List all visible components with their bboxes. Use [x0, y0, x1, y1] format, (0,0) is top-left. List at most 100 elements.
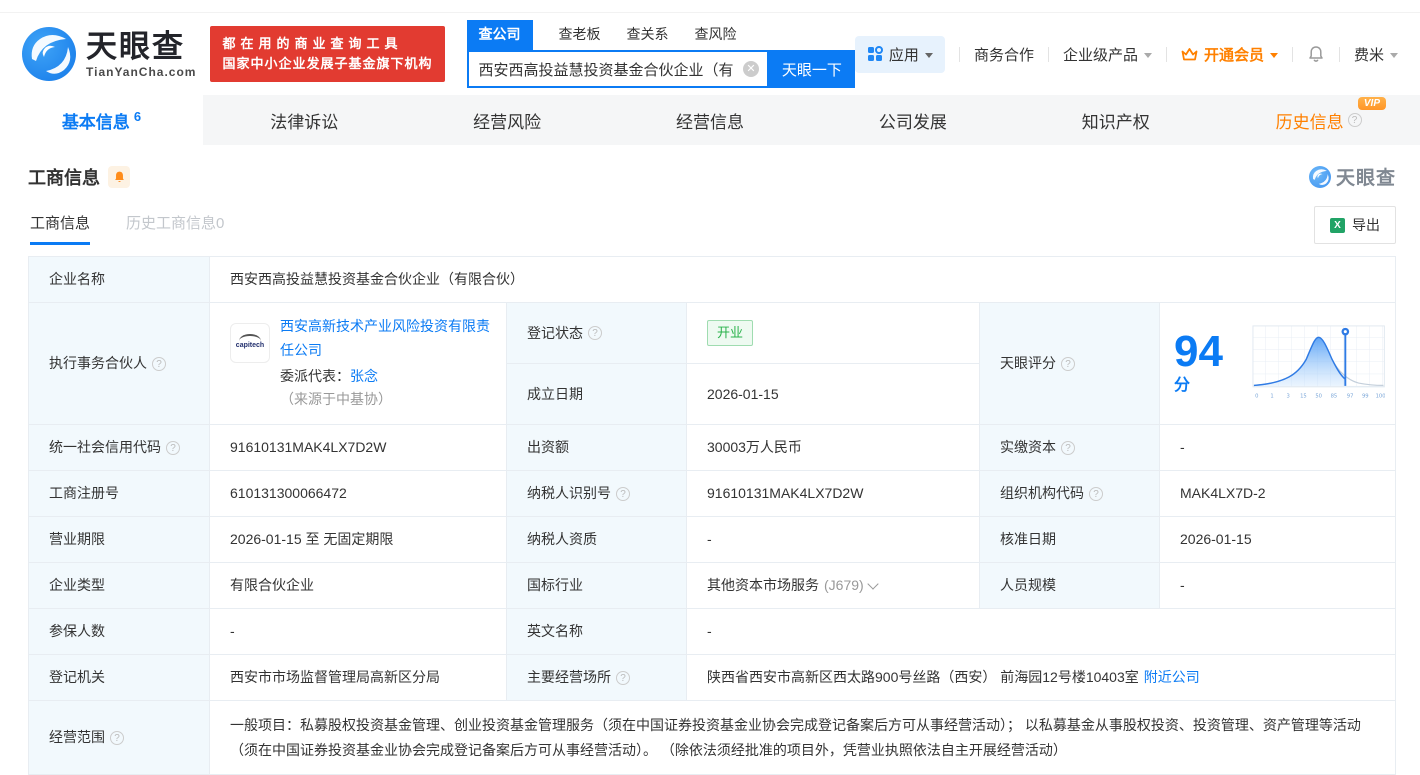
watermark-logo-icon [1308, 165, 1331, 188]
search-tab-boss[interactable]: 查老板 [559, 20, 601, 50]
credit-code-label: 统一社会信用代码 ? [29, 425, 209, 471]
label-text: 实缴资本 [1000, 439, 1056, 456]
svg-text:1: 1 [1270, 393, 1273, 399]
score-unit: 分 [1174, 376, 1191, 394]
subtab-business-info[interactable]: 工商信息 [30, 212, 91, 245]
capital-label: 出资额 [506, 425, 686, 471]
help-icon[interactable]: ? [1347, 113, 1362, 127]
table-row: 登记机关 西安市市场监督管理局高新区分局 主要经营场所 ? 陕西省西安市高新区西… [29, 655, 1395, 702]
reg-authority-label: 登记机关 [29, 655, 209, 701]
label-text: 纳税人识别号 [527, 485, 611, 502]
tyc-score-cell: 94分 0 1 3 15 50 85 97 99 100 [1159, 303, 1395, 425]
registration-status-value: 开业 [686, 303, 979, 364]
divider [1047, 46, 1049, 62]
search-tab-risk[interactable]: 查风险 [695, 20, 737, 50]
notifications-button[interactable] [1307, 45, 1325, 63]
logo-domain: TianYanCha.com [86, 64, 197, 79]
chevron-down-icon[interactable] [867, 578, 879, 590]
table-row: 执行事务合伙人 ? capitech 西安高新技术产业风险投资有限责任公司 委派… [29, 303, 1395, 426]
header-nav: 应用 商务合作 企业级产品 开通会员 费米 [854, 35, 1398, 73]
label-text: 天眼评分 [1000, 355, 1056, 372]
tyc-score-label: 天眼评分 ? [979, 303, 1159, 425]
apps-menu[interactable]: 应用 [854, 35, 945, 73]
score-value: 94 [1174, 326, 1223, 376]
promo-line2: 国家中小企业发展子基金旗下机构 [222, 56, 433, 71]
subtab-history-business-info[interactable]: 历史工商信息0 [126, 212, 224, 245]
export-button[interactable]: X 导出 [1314, 206, 1396, 244]
capital-value: 30003万人民币 [686, 425, 979, 471]
help-icon[interactable]: ? [588, 326, 602, 341]
subscribe-bell-button[interactable] [108, 165, 130, 188]
bell-icon [1309, 46, 1323, 62]
industry-code: (J679) [824, 577, 864, 594]
paid-capital-label: 实缴资本 ? [979, 425, 1159, 471]
establishment-date-label: 成立日期 [506, 364, 686, 425]
svg-text:100: 100 [1375, 393, 1385, 399]
rep-name-link[interactable]: 张念 [350, 368, 378, 384]
tax-id-value: 91610131MAK4LX7D2W [686, 471, 979, 517]
top-strip [0, 0, 1420, 13]
subtab-row: 工商信息 历史工商信息0 X 导出 [0, 196, 1420, 250]
tax-id-label: 纳税人识别号 ? [506, 471, 686, 517]
tab-label: 历史信息 [1275, 112, 1344, 132]
tianyancha-logo[interactable]: 天眼查 TianYanCha.com [22, 27, 196, 81]
help-icon[interactable]: ? [1061, 440, 1075, 455]
header: 天眼查 TianYanCha.com 都在用的商业查询工具 国家中小企业发展子基… [0, 13, 1420, 95]
logo-title: 天眼查 [86, 28, 185, 64]
tab-company-development[interactable]: 公司发展 [811, 95, 1014, 145]
nearby-companies-link[interactable]: 附近公司 [1144, 667, 1200, 688]
tab-operation-info[interactable]: 经营信息 [609, 95, 812, 145]
search-button[interactable]: 天眼一下 [768, 50, 855, 88]
tab-intellectual-property[interactable]: 知识产权 [1014, 95, 1217, 145]
address-label: 主要经营场所 ? [506, 655, 686, 701]
svg-text:97: 97 [1346, 393, 1353, 399]
help-icon[interactable]: ? [616, 670, 630, 685]
tab-operation-risk[interactable]: 经营风险 [406, 95, 609, 145]
staff-size-label: 人员规模 [979, 563, 1159, 609]
chevron-down-icon [924, 52, 933, 58]
help-icon[interactable]: ? [616, 486, 630, 501]
tab-legal[interactable]: 法律诉讼 [203, 95, 406, 145]
crown-icon [1181, 47, 1198, 60]
cooperation-label: 商务合作 [973, 46, 1034, 64]
industry-text: 其他资本市场服务 [707, 577, 819, 594]
status-date-subgrid: 登记状态 ? 开业 成立日期 2026-01-15 [506, 303, 979, 425]
org-code-value: MAK4LX7D-2 [1159, 471, 1395, 517]
insured-label: 参保人数 [29, 609, 209, 655]
help-icon[interactable]: ? [1089, 486, 1103, 501]
help-icon[interactable]: ? [166, 440, 180, 455]
open-vip-menu[interactable]: 开通会员 [1181, 44, 1278, 65]
username-label: 费米 [1353, 46, 1384, 64]
tab-history-info[interactable]: VIP 历史信息 ? [1217, 95, 1420, 145]
promo-line1: 都在用的商业查询工具 [222, 35, 403, 51]
help-icon[interactable]: ? [152, 356, 166, 371]
promo-banner: 都在用的商业查询工具 国家中小企业发展子基金旗下机构 [210, 25, 445, 83]
tab-basic-info[interactable]: 基本信息 6 [0, 95, 203, 145]
label-text: 经营范围 [49, 729, 105, 746]
partner-company-link[interactable]: 西安高新技术产业风险投资有限责任公司 [280, 318, 490, 358]
business-info-table: 企业名称 西安西高投益慧投资基金合伙企业（有限合伙） 执行事务合伙人 ? cap… [28, 256, 1396, 775]
search-input[interactable] [466, 50, 769, 88]
staff-size-value: - [1159, 563, 1395, 609]
table-row: 企业名称 西安西高投益慧投资基金合伙企业（有限合伙） [29, 257, 1395, 303]
cooperation-link[interactable]: 商务合作 [974, 44, 1034, 65]
label-text: 执行事务合伙人 [49, 355, 147, 372]
user-menu[interactable]: 费米 [1354, 44, 1398, 65]
search-block: 查公司 查老板 查关系 查风险 ✕ 天眼一下 [466, 20, 855, 88]
tab-label: 知识产权 [1081, 112, 1150, 132]
tab-label: 经营风险 [473, 112, 542, 132]
help-icon[interactable]: ? [110, 730, 124, 745]
search-tab-relation[interactable]: 查关系 [627, 20, 669, 50]
divider [1338, 46, 1340, 62]
help-icon[interactable]: ? [1061, 356, 1075, 371]
table-row: 企业类型 有限合伙企业 国标行业 其他资本市场服务 (J679) 人员规模 - [29, 563, 1395, 610]
tianyancha-watermark: 天眼查 [1308, 163, 1396, 190]
search-tab-company[interactable]: 查公司 [466, 20, 533, 50]
tab-label: 公司发展 [878, 112, 947, 132]
enterprise-menu[interactable]: 企业级产品 [1063, 44, 1152, 65]
tianyancha-logo-icon [22, 27, 76, 81]
business-scope-value: 一般项目：私募股权投资基金管理、创业投资基金管理服务（须在中国证券投资基金业协会… [209, 701, 1395, 775]
partner-logo-text: capitech [235, 342, 265, 350]
executive-partner-cell: capitech 西安高新技术产业风险投资有限责任公司 委派代表：张念 （来源于… [209, 303, 506, 425]
clear-search-icon[interactable]: ✕ [742, 61, 759, 77]
